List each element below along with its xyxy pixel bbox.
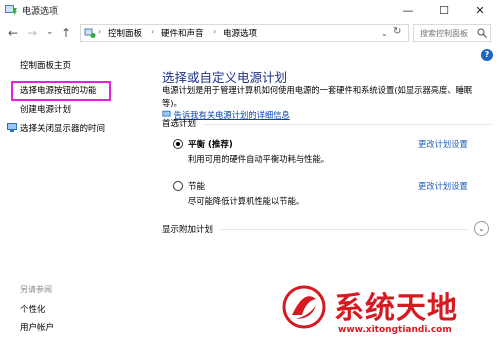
plan-balanced-description: 利用可用的硬件自动平衡功耗与性能。 (188, 154, 330, 164)
description-text: 电源计划是用于管理计算机如何使用电源的一套硬件和系统设置(如显示器亮度、睡眠等)… (162, 85, 473, 108)
breadcrumb-power-options[interactable]: 电源选项 (223, 27, 257, 39)
breadcrumb-separator: › (213, 27, 217, 36)
title-bar: 电源选项 — ☐ ✕ (0, 0, 499, 20)
maximize-icon: ☐ (439, 3, 449, 17)
sidebar-item-control-panel-home[interactable]: 控制面板主页 (20, 59, 71, 71)
search-icon (477, 28, 487, 38)
section-divider (220, 229, 468, 230)
watermark: 系统天地 www.xitongtiandi.com (282, 283, 492, 341)
power-options-icon (5, 5, 17, 16)
navigation-bar: ← → ⌄ ↑ › 控制面板 › 硬件和声音 › 电源选项 ⌄ ↻ 搜索控制面板 (0, 20, 499, 46)
up-arrow-icon[interactable]: ↑ (61, 26, 71, 40)
section-divider (204, 124, 491, 125)
control-panel-icon (84, 28, 96, 38)
maximize-button[interactable]: ☐ (424, 0, 464, 20)
search-placeholder: 搜索控制面板 (420, 29, 468, 38)
watermark-logo-icon (282, 285, 326, 329)
close-icon: ✕ (475, 3, 485, 17)
minimize-icon: — (402, 3, 414, 17)
watermark-text: 系统天地 (334, 291, 458, 326)
shield-icon (7, 123, 17, 132)
close-button[interactable]: ✕ (460, 0, 499, 20)
recent-locations-icon[interactable]: ⌄ (46, 25, 54, 39)
see-also-heading: 另请参阅 (20, 285, 52, 294)
sidebar-item-display-off-time[interactable]: 选择关闭显示器的时间 (20, 122, 105, 134)
plan-power-saver-name[interactable]: 节能 (188, 180, 205, 192)
minimize-button[interactable]: — (388, 0, 428, 20)
plan-power-saver-radio[interactable] (173, 181, 183, 191)
address-bar[interactable]: › 控制面板 › 硬件和声音 › 电源选项 ⌄ (80, 24, 409, 42)
back-arrow-icon[interactable]: ← (8, 26, 18, 40)
plan-power-saver-change-settings-link[interactable]: 更改计划设置 (418, 180, 468, 192)
breadcrumb-hardware-sound[interactable]: 硬件和声音 (161, 27, 204, 39)
refresh-icon[interactable]: ↻ (393, 26, 401, 37)
window-title: 电源选项 (22, 7, 59, 17)
breadcrumb-separator: › (98, 27, 102, 36)
watermark-url: www.xitongtiandi.com (338, 325, 452, 335)
search-box[interactable]: 搜索控制面板 (413, 24, 491, 42)
plan-balanced-change-settings-link[interactable]: 更改计划设置 (418, 138, 468, 150)
plan-balanced-radio[interactable] (173, 139, 183, 149)
sidebar-item-create-power-plan[interactable]: 创建电源计划 (20, 103, 71, 115)
sidebar: 控制面板主页 选择电源按钮的功能 创建电源计划 选择关闭显示器的时间 另请参阅 … (0, 46, 152, 346)
breadcrumb-separator: › (151, 27, 155, 36)
page-description: 电源计划是用于管理计算机如何使用电源的一套硬件和系统设置(如显示器亮度、睡眠等)… (162, 84, 492, 122)
plan-power-saver-description: 尽可能降低计算机性能以节能。 (188, 196, 305, 206)
sidebar-item-power-button-function[interactable]: 选择电源按钮的功能 (20, 84, 97, 96)
preferred-plans-heading: 首选计划 (162, 119, 197, 129)
address-dropdown-icon[interactable]: ⌄ (381, 29, 388, 38)
expand-chevron-icon[interactable]: ⌄ (474, 221, 489, 236)
plan-balanced-name[interactable]: 平衡 (推荐) (188, 138, 233, 150)
see-also-user-accounts[interactable]: 用户帐户 (20, 321, 54, 333)
forward-arrow-icon[interactable]: → (27, 26, 37, 40)
show-additional-plans-label[interactable]: 显示附加计划 (162, 223, 213, 235)
breadcrumb-control-panel[interactable]: 控制面板 (108, 27, 142, 39)
see-also-personalization[interactable]: 个性化 (20, 303, 46, 315)
